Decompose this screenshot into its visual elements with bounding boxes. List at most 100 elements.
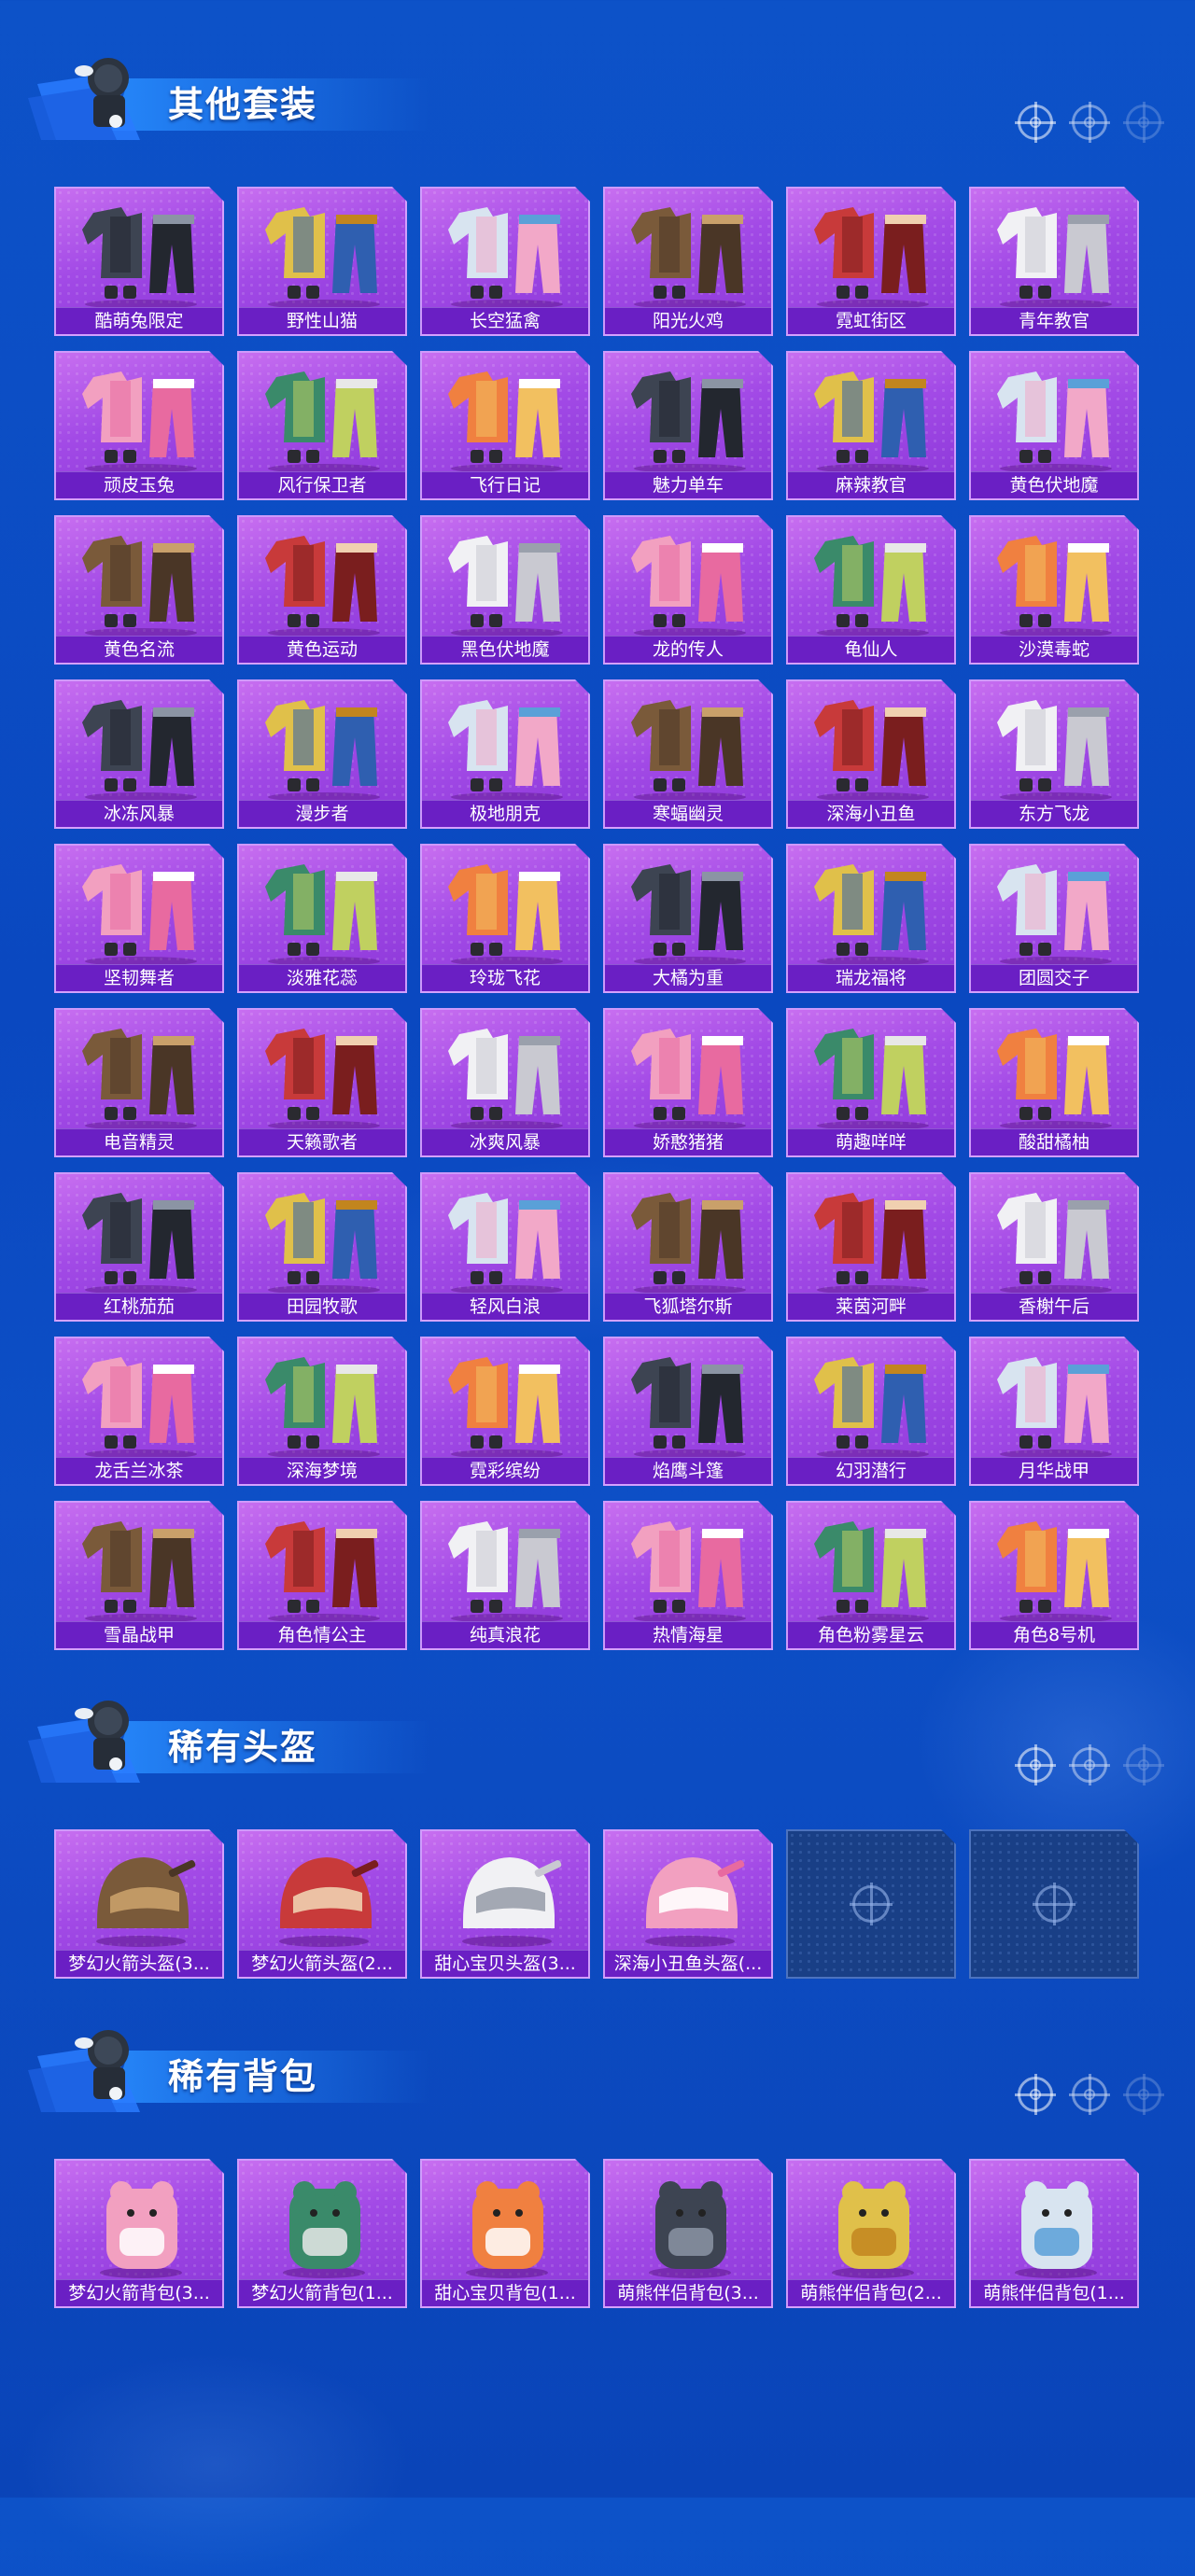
item-card[interactable]: 月华战甲: [969, 1337, 1139, 1486]
item-card[interactable]: 萌熊伴侣背包(1...: [969, 2159, 1139, 2308]
outfit-icon: [239, 1338, 407, 1462]
item-card[interactable]: 极地朋克: [420, 679, 590, 829]
item-card[interactable]: 飞狐塔尔斯: [603, 1172, 773, 1322]
item-card[interactable]: 轻风白浪: [420, 1172, 590, 1322]
item-card[interactable]: 麻辣教官: [786, 351, 956, 500]
item-card[interactable]: 娇憨猪猪: [603, 1008, 773, 1157]
item-card[interactable]: 霓虹街区: [786, 187, 956, 336]
item-card[interactable]: 阳光火鸡: [603, 187, 773, 336]
crosshair-icon: [1123, 2074, 1164, 2115]
item-card[interactable]: 萌熊伴侣背包(2...: [786, 2159, 956, 2308]
item-card[interactable]: 龙的传人: [603, 515, 773, 665]
item-card[interactable]: 萌趣咩咩: [786, 1008, 956, 1157]
item-label: 萌熊伴侣背包(2...: [788, 2279, 954, 2306]
item-card[interactable]: 淡雅花蕊: [237, 844, 407, 993]
outfit-icon: [971, 1010, 1139, 1133]
item-label: 红桃茄茄: [56, 1293, 222, 1320]
item-card[interactable]: 电音精灵: [54, 1008, 224, 1157]
item-card[interactable]: 深海小丑鱼: [786, 679, 956, 829]
item-card[interactable]: 田园牧歌: [237, 1172, 407, 1322]
item-card[interactable]: 黄色伏地魔: [969, 351, 1139, 500]
item-card[interactable]: 幻羽潜行: [786, 1337, 956, 1486]
item-card[interactable]: 红桃茄茄: [54, 1172, 224, 1322]
item-card[interactable]: 黄色名流: [54, 515, 224, 665]
section-title: 稀有头盔: [168, 1727, 318, 1768]
mascot-icon: [28, 1689, 168, 1792]
item-label: 电音精灵: [56, 1128, 222, 1155]
item-card[interactable]: 团圆交子: [969, 844, 1139, 993]
outfit-icon: [788, 1174, 956, 1297]
item-card[interactable]: 萌熊伴侣背包(3...: [603, 2159, 773, 2308]
outfit-icon: [239, 1174, 407, 1297]
backpack-icon: [605, 2161, 773, 2284]
item-label: 莱茵河畔: [788, 1293, 954, 1320]
item-card[interactable]: 野性山猫: [237, 187, 407, 336]
outfit-icon: [971, 1338, 1139, 1462]
outfit-icon: [56, 517, 224, 640]
item-card[interactable]: 甜心宝贝头盔(3...: [420, 1829, 590, 1979]
item-label: 顽皮玉兔: [56, 471, 222, 498]
outfit-icon: [422, 1503, 590, 1626]
item-card[interactable]: 瑞龙福将: [786, 844, 956, 993]
item-card[interactable]: 甜心宝贝背包(1...: [420, 2159, 590, 2308]
item-card[interactable]: 风行保卫者: [237, 351, 407, 500]
item-card[interactable]: 坚韧舞者: [54, 844, 224, 993]
item-card[interactable]: 梦幻火箭头盔(2...: [237, 1829, 407, 1979]
item-card[interactable]: 霓彩缤纷: [420, 1337, 590, 1486]
outfit-icon: [56, 1503, 224, 1626]
item-card[interactable]: 梦幻火箭背包(3...: [54, 2159, 224, 2308]
item-card[interactable]: 雪晶战甲: [54, 1501, 224, 1650]
item-card[interactable]: 龟仙人: [786, 515, 956, 665]
item-card[interactable]: 天籁歌者: [237, 1008, 407, 1157]
item-card[interactable]: 焰鹰斗篷: [603, 1337, 773, 1486]
item-card[interactable]: 纯真浪花: [420, 1501, 590, 1650]
item-card[interactable]: 热情海星: [603, 1501, 773, 1650]
item-card[interactable]: 玲珑飞花: [420, 844, 590, 993]
item-card[interactable]: 酸甜橘柚: [969, 1008, 1139, 1157]
item-card[interactable]: 顽皮玉兔: [54, 351, 224, 500]
item-card[interactable]: 长空猛禽: [420, 187, 590, 336]
item-card[interactable]: 黄色运动: [237, 515, 407, 665]
item-card[interactable]: 角色粉雾星云: [786, 1501, 956, 1650]
crosshair-icon: [1069, 102, 1110, 143]
item-label: 淡雅花蕊: [239, 964, 405, 991]
item-card[interactable]: 深海梦境: [237, 1337, 407, 1486]
item-label: 轻风白浪: [422, 1293, 588, 1320]
item-label: 萌熊伴侣背包(1...: [971, 2279, 1137, 2306]
item-card[interactable]: 梦幻火箭头盔(3...: [54, 1829, 224, 1979]
outfit-icon: [971, 517, 1139, 640]
item-card[interactable]: 黑色伏地魔: [420, 515, 590, 665]
item-card[interactable]: 飞行日记: [420, 351, 590, 500]
item-card[interactable]: 酷萌兔限定: [54, 187, 224, 336]
item-label: 梦幻火箭背包(1...: [239, 2279, 405, 2306]
item-label: 风行保卫者: [239, 471, 405, 498]
item-card[interactable]: 莱茵河畔: [786, 1172, 956, 1322]
outfit-icon: [422, 353, 590, 476]
item-card[interactable]: 漫步者: [237, 679, 407, 829]
item-card[interactable]: 魅力单车: [603, 351, 773, 500]
outfit-icon: [422, 189, 590, 312]
item-card[interactable]: 青年教官: [969, 187, 1139, 336]
item-card[interactable]: 冰爽风暴: [420, 1008, 590, 1157]
item-card[interactable]: 龙舌兰冰茶: [54, 1337, 224, 1486]
outfit-icon: [788, 517, 956, 640]
section-title: 稀有背包: [168, 2056, 318, 2097]
outfit-icon: [56, 1338, 224, 1462]
item-card[interactable]: 角色情公主: [237, 1501, 407, 1650]
crosshair-icon: [1069, 2074, 1110, 2115]
section-header: 稀有背包: [28, 2019, 1167, 2121]
item-card[interactable]: 角色8号机: [969, 1501, 1139, 1650]
item-label: 霓彩缤纷: [422, 1457, 588, 1484]
item-card[interactable]: 大橘为重: [603, 844, 773, 993]
section-2: 稀有头盔梦幻火箭头盔(3... 梦幻火箭头盔(2... 甜心宝贝头盔(3... 深海小…: [0, 1689, 1195, 1994]
backpack-icon: [56, 2161, 224, 2284]
item-label: 东方飞龙: [971, 800, 1137, 827]
item-label: 深海小丑鱼头盔(...: [605, 1950, 771, 1977]
item-card[interactable]: 寒蝠幽灵: [603, 679, 773, 829]
item-card[interactable]: 东方飞龙: [969, 679, 1139, 829]
item-card[interactable]: 沙漠毒蛇: [969, 515, 1139, 665]
item-card[interactable]: 冰冻风暴: [54, 679, 224, 829]
item-card[interactable]: 深海小丑鱼头盔(...: [603, 1829, 773, 1979]
item-card[interactable]: 梦幻火箭背包(1...: [237, 2159, 407, 2308]
item-card[interactable]: 香榭午后: [969, 1172, 1139, 1322]
